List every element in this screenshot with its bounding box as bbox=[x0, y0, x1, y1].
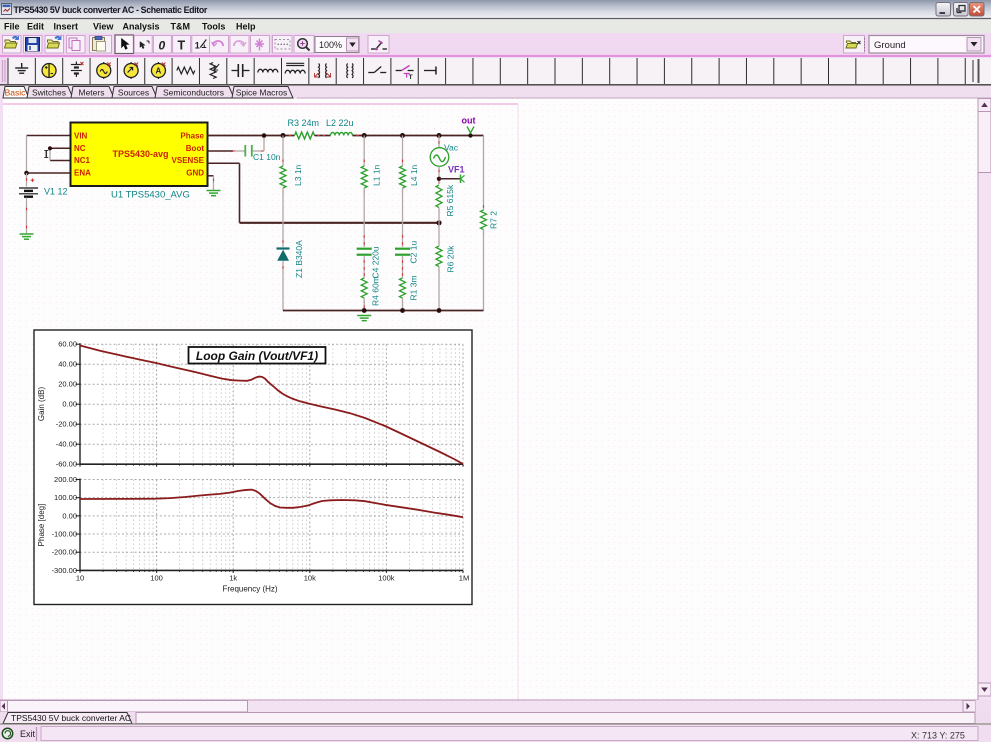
svg-text:out: out bbox=[462, 116, 476, 126]
svg-text:R7 2: R7 2 bbox=[489, 211, 499, 229]
svg-text:U1 TPS5430_AVG: U1 TPS5430_AVG bbox=[111, 190, 190, 201]
svg-text:Frequency (Hz): Frequency (Hz) bbox=[222, 585, 277, 594]
svg-text:Tools: Tools bbox=[202, 22, 225, 32]
svg-text:X: 713 Y: 275: X: 713 Y: 275 bbox=[911, 730, 965, 740]
svg-text:GND: GND bbox=[186, 169, 204, 178]
svg-text:NC: NC bbox=[74, 144, 86, 153]
svg-text:0.00: 0.00 bbox=[62, 400, 77, 409]
svg-text:Meters: Meters bbox=[79, 87, 105, 97]
svg-text:-200.00: -200.00 bbox=[52, 548, 77, 557]
svg-text:-40.00: -40.00 bbox=[56, 440, 77, 449]
svg-text:-100.00: -100.00 bbox=[52, 530, 77, 539]
svg-text:-20.00: -20.00 bbox=[56, 420, 77, 429]
svg-text:100: 100 bbox=[150, 573, 163, 582]
svg-text:Basic: Basic bbox=[5, 87, 27, 97]
svg-text:V1 12: V1 12 bbox=[44, 187, 68, 197]
svg-text:VF1: VF1 bbox=[448, 165, 465, 175]
svg-text:Spice Macros: Spice Macros bbox=[236, 87, 288, 97]
svg-text:R1 3m: R1 3m bbox=[409, 275, 419, 300]
svg-text:VSENSE: VSENSE bbox=[172, 156, 205, 165]
svg-text:Insert: Insert bbox=[54, 22, 79, 32]
svg-text:Exit: Exit bbox=[20, 729, 36, 739]
svg-text:ENA: ENA bbox=[74, 169, 91, 178]
svg-text:20.00: 20.00 bbox=[58, 380, 77, 389]
svg-text:100%: 100% bbox=[319, 40, 342, 50]
svg-text:R6 20k: R6 20k bbox=[446, 245, 456, 273]
svg-text:A: A bbox=[156, 67, 162, 76]
svg-text:Sources: Sources bbox=[118, 87, 149, 97]
svg-text:Loop Gain (Vout/VF1): Loop Gain (Vout/VF1) bbox=[196, 349, 318, 363]
svg-text:Vac: Vac bbox=[444, 143, 459, 153]
svg-text:C1 10n: C1 10n bbox=[253, 152, 281, 162]
svg-text:-60.00: -60.00 bbox=[56, 460, 77, 469]
svg-text:Help: Help bbox=[236, 22, 256, 32]
svg-text:Analysis: Analysis bbox=[123, 22, 160, 32]
svg-text:T: T bbox=[178, 39, 186, 53]
svg-text:R5 615k: R5 615k bbox=[445, 184, 455, 216]
svg-text:0.00: 0.00 bbox=[62, 511, 77, 520]
svg-text:10: 10 bbox=[76, 573, 84, 582]
svg-text:T: T bbox=[409, 74, 413, 81]
svg-text:T&M: T&M bbox=[171, 22, 191, 32]
svg-text:1M: 1M bbox=[459, 573, 469, 582]
svg-text:File: File bbox=[4, 22, 20, 32]
svg-text:Gain (dB): Gain (dB) bbox=[37, 387, 46, 422]
svg-text:C4 220u: C4 220u bbox=[371, 246, 381, 278]
svg-text:1: 1 bbox=[195, 41, 200, 51]
svg-text:60.00: 60.00 bbox=[58, 340, 77, 349]
svg-text:0: 0 bbox=[159, 39, 166, 53]
svg-text:TPS5430 5V buck converter AC -: TPS5430 5V buck converter AC - Schematic… bbox=[14, 5, 208, 15]
svg-text:L3 1n: L3 1n bbox=[293, 164, 303, 186]
svg-text:200.00: 200.00 bbox=[54, 475, 77, 484]
svg-text:Ground: Ground bbox=[874, 40, 906, 51]
svg-text:TPS5430-avg: TPS5430-avg bbox=[112, 149, 168, 159]
svg-text:TPS5430 5V buck converter AC: TPS5430 5V buck converter AC bbox=[11, 713, 131, 723]
svg-text:L4 1n: L4 1n bbox=[409, 164, 419, 186]
svg-text:Semiconductors: Semiconductors bbox=[163, 87, 224, 97]
svg-text:R4 60m: R4 60m bbox=[371, 276, 381, 306]
svg-text:Z1 B340A: Z1 B340A bbox=[294, 240, 304, 278]
svg-text:Edit: Edit bbox=[27, 22, 44, 32]
svg-text:Switches: Switches bbox=[32, 87, 66, 97]
svg-text:VIN: VIN bbox=[74, 131, 88, 140]
svg-text:L1 1n: L1 1n bbox=[372, 164, 382, 186]
svg-text:C2 1u: C2 1u bbox=[409, 241, 419, 264]
svg-text:NC1: NC1 bbox=[74, 156, 91, 165]
svg-text:100k: 100k bbox=[378, 573, 395, 582]
svg-text:-300.00: -300.00 bbox=[52, 566, 77, 575]
svg-text:L2 22u: L2 22u bbox=[326, 118, 354, 128]
svg-text:R3 24m: R3 24m bbox=[288, 118, 320, 128]
svg-text:Phase: Phase bbox=[180, 131, 204, 140]
svg-text:Boot: Boot bbox=[186, 144, 205, 153]
svg-text:1k: 1k bbox=[229, 573, 237, 582]
svg-text:10k: 10k bbox=[304, 573, 316, 582]
svg-text:Phase [deg]: Phase [deg] bbox=[37, 504, 46, 547]
svg-text:View: View bbox=[93, 22, 114, 32]
svg-text:40.00: 40.00 bbox=[58, 360, 77, 369]
svg-text:100.00: 100.00 bbox=[54, 493, 77, 502]
